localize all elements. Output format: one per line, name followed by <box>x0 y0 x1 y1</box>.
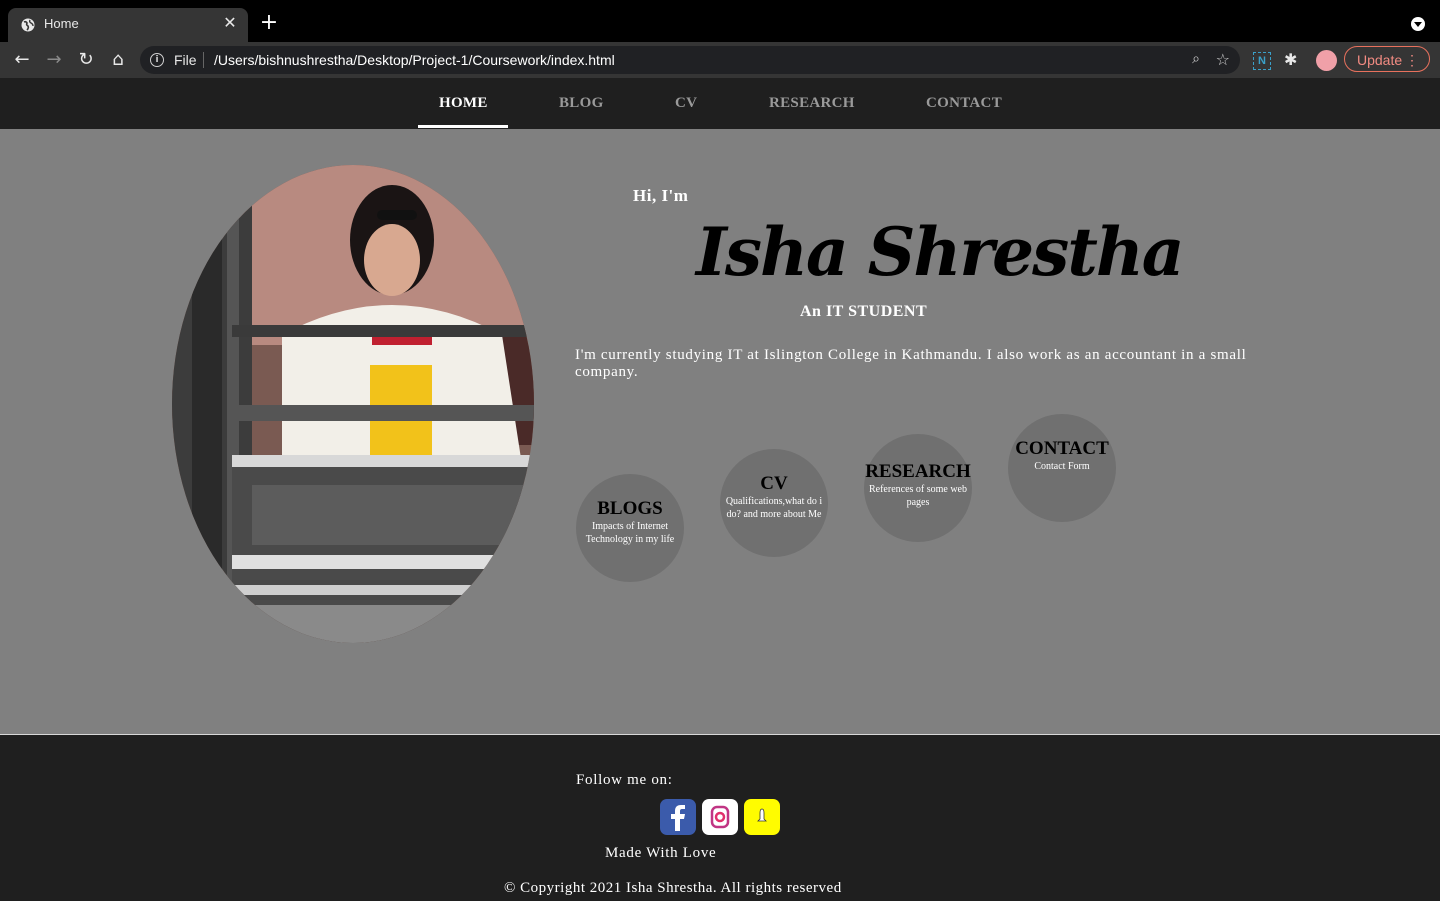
card-subtitle: References of some web pages <box>868 484 967 508</box>
browser-menu-icon[interactable]: ⋮ <box>1405 47 1419 73</box>
address-bar[interactable]: i File /Users/bishnushrestha/Desktop/Pro… <box>140 46 1240 74</box>
profile-photo <box>172 165 534 643</box>
nav-research[interactable]: RESEARCH <box>769 95 855 112</box>
greeting-text: Hi, I'm <box>633 186 689 205</box>
browser-tab-bar: Home ✕ + <box>0 0 1440 42</box>
snapchat-icon[interactable] <box>744 799 780 835</box>
zoom-icon[interactable]: ⌕ <box>1192 51 1200 67</box>
card-cv[interactable]: CV Qualifications,what do i do? and more… <box>720 449 828 557</box>
bio-text: I'm currently studying IT at Islington C… <box>575 347 1247 380</box>
close-tab-icon[interactable]: ✕ <box>220 13 240 33</box>
tab-title: Home <box>44 16 79 31</box>
instagram-icon[interactable] <box>702 799 738 835</box>
new-tab-button[interactable]: + <box>258 12 280 34</box>
extension-n-icon[interactable]: N <box>1253 52 1271 70</box>
card-title: BLOGS <box>597 498 663 519</box>
bookmark-star-icon[interactable]: ☆ <box>1216 50 1230 69</box>
profile-photo-illustration <box>172 165 534 643</box>
reload-button[interactable]: ↻ <box>74 48 98 72</box>
address-separator <box>203 52 204 68</box>
nav-cv[interactable]: CV <box>675 95 697 112</box>
profile-avatar[interactable] <box>1316 50 1337 71</box>
name-heading: Isha Shrestha <box>696 213 1185 291</box>
back-button[interactable]: ← <box>10 48 34 72</box>
site-info-icon[interactable]: i <box>150 53 164 67</box>
address-scheme: File <box>174 52 197 68</box>
globe-icon <box>21 18 35 32</box>
facebook-icon[interactable] <box>660 799 696 835</box>
card-title: CONTACT <box>1015 438 1109 459</box>
card-subtitle: Impacts of Internet Technology in my lif… <box>585 521 675 545</box>
nav-home[interactable]: HOME <box>439 95 488 112</box>
site-footer: Follow me on: Made With Love © Copyright… <box>0 734 1440 901</box>
card-subtitle: Qualifications,what do i do? and more ab… <box>725 496 823 520</box>
role-text: An IT STUDENT <box>800 303 928 320</box>
nav-active-indicator <box>418 125 508 128</box>
update-label: Update <box>1357 52 1403 68</box>
home-button[interactable]: ⌂ <box>106 48 130 72</box>
copyright-text: © Copyright 2021 Isha Shrestha. All righ… <box>504 880 842 896</box>
made-with-love-text: Made With Love <box>605 845 717 861</box>
tab-search-button[interactable] <box>1411 17 1425 31</box>
nav-contact[interactable]: CONTACT <box>926 95 1002 112</box>
site-nav: HOME BLOG CV RESEARCH CONTACT <box>0 78 1440 129</box>
forward-button[interactable]: → <box>42 48 66 72</box>
card-blogs[interactable]: BLOGS Impacts of Internet Technology in … <box>576 474 684 582</box>
follow-label: Follow me on: <box>576 772 673 788</box>
browser-toolbar: ← → ↻ ⌂ i File /Users/bishnushrestha/Des… <box>0 42 1440 78</box>
extensions-puzzle-icon[interactable]: ✱ <box>1284 50 1297 69</box>
address-url[interactable]: /Users/bishnushrestha/Desktop/Project-1/… <box>214 52 615 68</box>
update-button[interactable]: Update ⋮ <box>1344 46 1430 72</box>
browser-tab[interactable]: Home ✕ <box>8 8 248 42</box>
card-contact[interactable]: CONTACT Contact Form <box>1008 414 1116 522</box>
card-subtitle: Contact Form <box>1034 461 1090 472</box>
card-title: RESEARCH <box>865 461 971 482</box>
card-title: CV <box>760 473 788 494</box>
nav-blog[interactable]: BLOG <box>559 95 604 112</box>
card-research[interactable]: RESEARCH References of some web pages <box>864 434 972 542</box>
